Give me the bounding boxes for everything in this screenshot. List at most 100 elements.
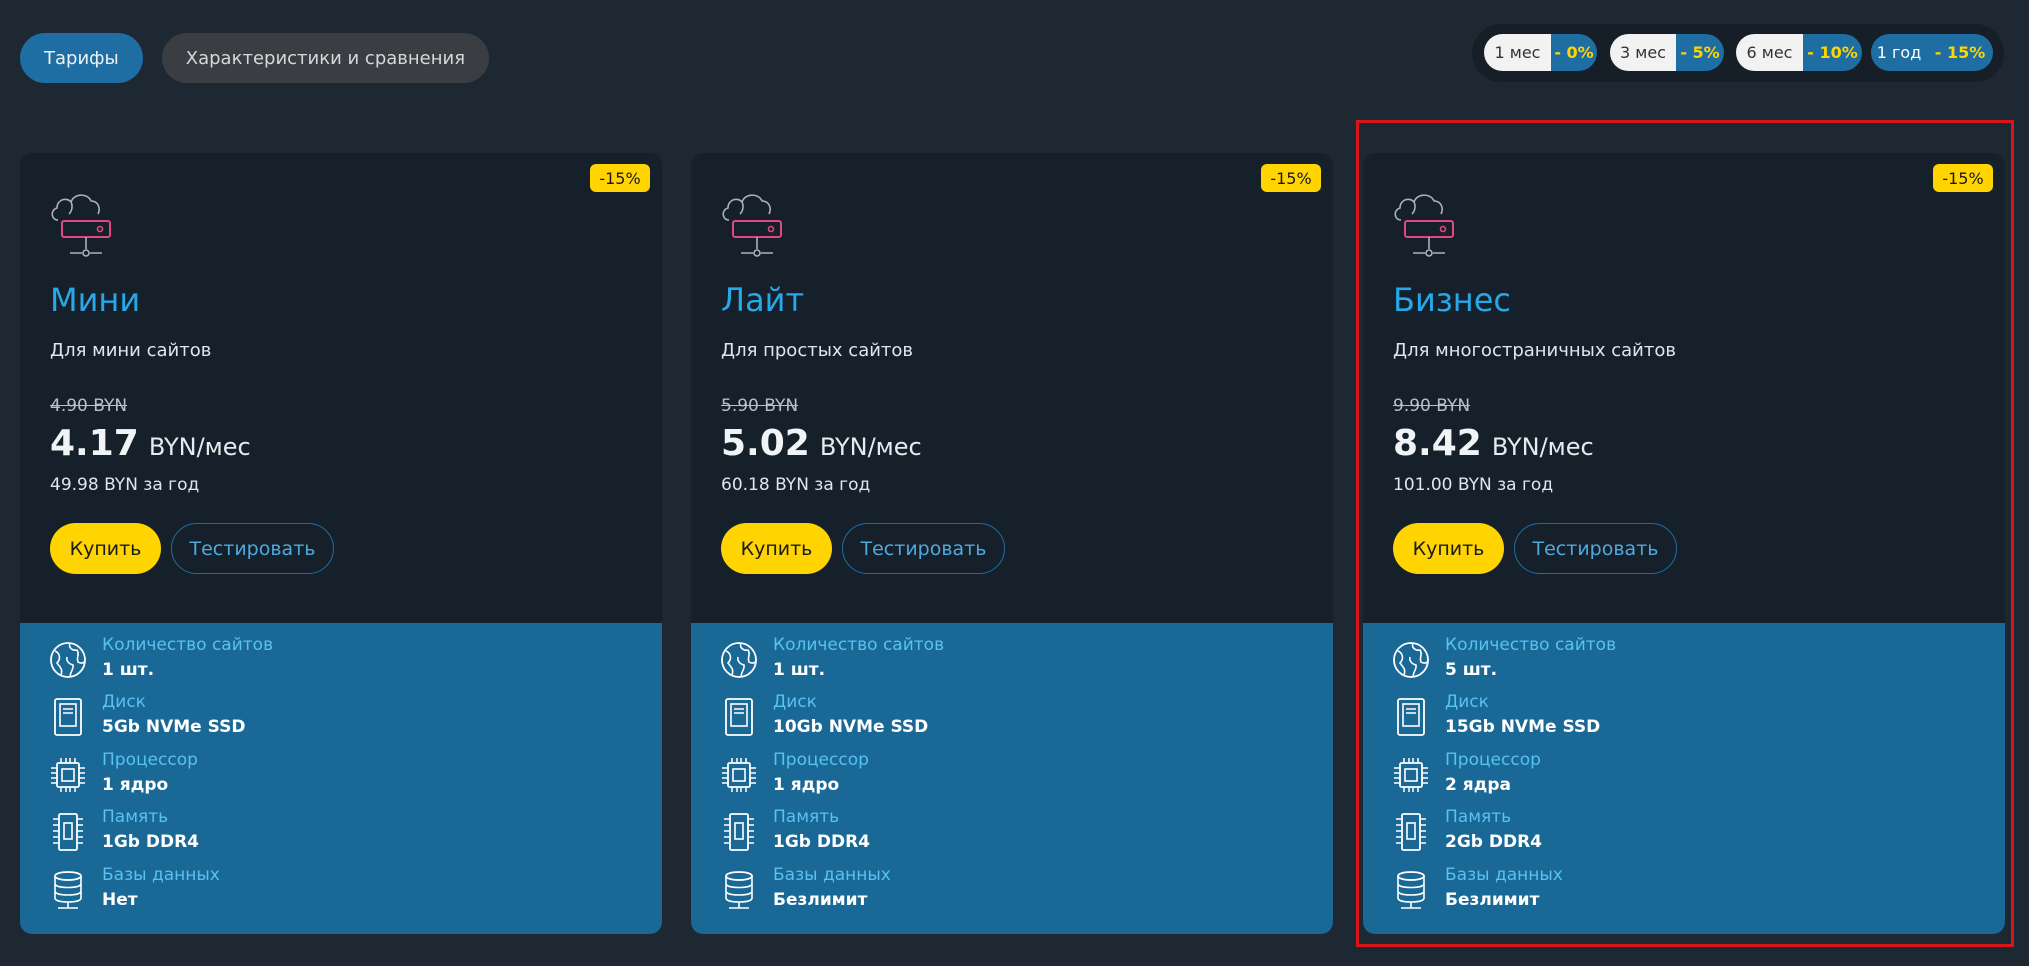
database-icon: [725, 871, 753, 909]
feature-value: 1Gb DDR4: [773, 832, 871, 852]
feature-label: Диск: [1445, 692, 1489, 712]
cloud-server-icon: [51, 194, 111, 257]
plan-card-header: -15% Лайт Для простых сайтов 5.90 BYN 5.…: [691, 153, 1333, 623]
feature-label: Базы данных: [102, 865, 220, 885]
cloud-server-icon: [722, 194, 782, 257]
feature-row: Базы данных Безлимит: [1363, 863, 2005, 919]
period-3-months[interactable]: 3 мес - 5%: [1610, 34, 1724, 71]
feature-label: Диск: [102, 692, 146, 712]
feature-label: Количество сайтов: [102, 635, 274, 655]
price-value: 5.02: [721, 423, 810, 464]
cpu-icon: [1394, 758, 1428, 792]
price: 5.02 BYN/мес: [721, 423, 922, 464]
memory-icon: [53, 813, 83, 851]
old-price: 9.90 BYN: [1393, 396, 1471, 416]
plan-name: Бизнес: [1393, 281, 1511, 319]
yearly-price: 49.98 BYN за год: [50, 475, 200, 495]
feature-label: Количество сайтов: [1445, 635, 1617, 655]
price-unit: BYN/мес: [819, 433, 922, 461]
feature-label: Процессор: [1445, 750, 1541, 770]
feature-value: 1Gb DDR4: [102, 832, 200, 852]
buy-button[interactable]: Купить: [50, 523, 161, 574]
period-discount: - 10%: [1803, 34, 1862, 71]
feature-label: Диск: [773, 692, 817, 712]
tab-features-comparison[interactable]: Характеристики и сравнения: [161, 33, 490, 83]
feature-row: Диск 10Gb NVMe SSD: [691, 690, 1333, 746]
feature-row: Память 1Gb DDR4: [691, 805, 1333, 861]
plan-features: Количество сайтов 1 шт. Диск 10Gb NVMe SSD П…: [691, 623, 1333, 934]
feature-row: Память 1Gb DDR4: [20, 805, 662, 861]
feature-label: Количество сайтов: [773, 635, 945, 655]
price-unit: BYN/мес: [1491, 433, 1594, 461]
buy-button[interactable]: Купить: [721, 523, 832, 574]
discount-badge: -15%: [1261, 164, 1321, 192]
period-6-months[interactable]: 6 мес - 10%: [1736, 34, 1862, 71]
feature-value: 1 ядро: [102, 775, 169, 795]
plan-features: Количество сайтов 1 шт. Диск 5Gb NVMe SSD Пр…: [20, 623, 662, 934]
feature-value: 1 ядро: [773, 775, 840, 795]
plan-card-header: -15% Мини Для мини сайтов 4.90 BYN 4.17 …: [20, 153, 662, 623]
price-value: 8.42: [1393, 423, 1482, 464]
feature-row: Количество сайтов 5 шт.: [1363, 633, 2005, 689]
plan-features: Количество сайтов 5 шт. Диск 15Gb NVMe SSD П…: [1363, 623, 2005, 934]
feature-label: Процессор: [773, 750, 869, 770]
plan-description: Для мини сайтов: [50, 340, 212, 361]
feature-value: 2 ядра: [1445, 775, 1512, 795]
feature-label: Базы данных: [1445, 865, 1563, 885]
price-value: 4.17: [50, 423, 139, 464]
feature-row: Процессор 2 ядра: [1363, 748, 2005, 804]
test-button[interactable]: Тестировать: [842, 523, 1005, 574]
price: 8.42 BYN/мес: [1393, 423, 1594, 464]
test-button[interactable]: Тестировать: [171, 523, 334, 574]
feature-value: 1 шт.: [773, 660, 826, 680]
memory-icon: [724, 813, 754, 851]
yearly-price: 101.00 BYN за год: [1393, 475, 1554, 495]
feature-label: Базы данных: [773, 865, 891, 885]
buy-button[interactable]: Купить: [1393, 523, 1504, 574]
cpu-icon: [722, 758, 756, 792]
feature-value: 2Gb DDR4: [1445, 832, 1543, 852]
plan-name: Лайт: [721, 281, 805, 319]
tariff-tabs: Тарифы Характеристики и сравнения: [20, 33, 490, 83]
feature-row: Диск 5Gb NVMe SSD: [20, 690, 662, 746]
plan-card-2: -15% Бизнес Для многостраничных сайтов 9…: [1363, 153, 2005, 934]
feature-label: Память: [773, 807, 840, 827]
memory-icon: [1396, 813, 1426, 851]
plan-description: Для простых сайтов: [721, 340, 914, 361]
feature-value: 10Gb NVMe SSD: [773, 717, 929, 737]
database-icon: [54, 871, 82, 909]
feature-row: Диск 15Gb NVMe SSD: [1363, 690, 2005, 746]
billing-period-selector: 1 мес - 0% 3 мес - 5% 6 мес - 10% 1 год …: [1472, 24, 2004, 82]
feature-row: Процессор 1 ядро: [20, 748, 662, 804]
globe-icon: [1393, 642, 1429, 678]
globe-icon: [50, 642, 86, 678]
discount-badge: -15%: [590, 164, 650, 192]
period-label: 1 год: [1871, 34, 1927, 71]
disk-icon: [725, 698, 753, 736]
plan-description: Для многостраничных сайтов: [1393, 340, 1676, 361]
period-1-month[interactable]: 1 мес - 0%: [1484, 34, 1597, 71]
feature-label: Память: [102, 807, 169, 827]
feature-label: Процессор: [102, 750, 198, 770]
disk-icon: [1397, 698, 1425, 736]
feature-row: Процессор 1 ядро: [691, 748, 1333, 804]
feature-value: 5 шт.: [1445, 660, 1498, 680]
period-1-year[interactable]: 1 год - 15%: [1871, 34, 1993, 71]
feature-value: Безлимит: [1445, 890, 1540, 910]
feature-value: 5Gb NVMe SSD: [102, 717, 246, 737]
tab-tariffs[interactable]: Тарифы: [20, 33, 143, 83]
cpu-icon: [51, 758, 85, 792]
period-discount: - 0%: [1551, 34, 1597, 71]
database-icon: [1397, 871, 1425, 909]
cloud-server-icon: [1394, 194, 1454, 257]
feature-value: 1 шт.: [102, 660, 155, 680]
plan-card-header: -15% Бизнес Для многостраничных сайтов 9…: [1363, 153, 2005, 623]
test-button[interactable]: Тестировать: [1514, 523, 1677, 574]
old-price: 5.90 BYN: [721, 396, 799, 416]
price: 4.17 BYN/мес: [50, 423, 251, 464]
period-label: 1 мес: [1484, 34, 1551, 71]
feature-row: Базы данных Безлимит: [691, 863, 1333, 919]
feature-row: Память 2Gb DDR4: [1363, 805, 2005, 861]
feature-value: 15Gb NVMe SSD: [1445, 717, 1601, 737]
feature-row: Количество сайтов 1 шт.: [20, 633, 662, 689]
